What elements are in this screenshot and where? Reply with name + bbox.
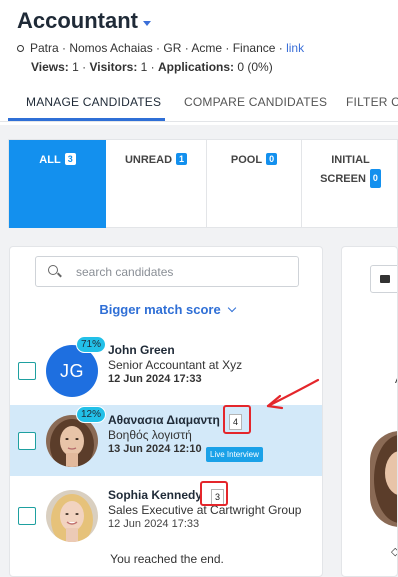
chat-icon: [380, 275, 390, 283]
filter-initial-screen-label-2: SCREEN: [320, 173, 366, 185]
job-meta-text: Patra · Nomos Achaias · GR · Acme · Fina…: [30, 41, 283, 55]
filter-initial-screen[interactable]: INITIAL SCREEN 0: [302, 140, 398, 228]
job-link[interactable]: link: [286, 41, 304, 55]
sort-label: Bigger match score: [99, 302, 221, 317]
candidate-name[interactable]: John Green: [108, 343, 175, 357]
chevron-down-icon: [227, 303, 236, 313]
filter-pool[interactable]: POOL 0: [207, 140, 302, 228]
candidate-name[interactable]: Αθανασια Διαμαντη: [108, 413, 220, 427]
candidate-row-sophia-kennedy[interactable]: Sophia Kennedy 3 Sales Executive at Cart…: [10, 480, 322, 551]
visitors-value: 1: [140, 60, 148, 74]
candidate-detail-panel: A ◇: [341, 246, 398, 577]
annotation-box-4: [223, 405, 251, 434]
search-box[interactable]: [35, 256, 299, 287]
filter-initial-screen-count: 0: [369, 169, 381, 188]
candidate-date: 12 Jun 2024 17:33: [108, 373, 202, 385]
sort-dropdown[interactable]: Bigger match score: [10, 302, 322, 317]
candidate-role: Senior Accountant at Xyz: [108, 358, 243, 372]
filter-pool-label: POOL: [230, 154, 263, 166]
views-label: Views:: [31, 60, 69, 74]
filter-cards: ALL 3 UNREAD 1 POOL 0 INITIAL SCREEN 0: [8, 139, 398, 228]
filter-all-label: ALL: [39, 154, 61, 166]
candidate-checkbox[interactable]: [18, 362, 36, 380]
job-title: Accountant: [17, 8, 138, 33]
search-icon: [48, 265, 58, 275]
end-of-list-text: You reached the end.: [110, 552, 224, 566]
match-score-badge: 12%: [76, 406, 107, 423]
avatar-photo-sophia: [46, 490, 98, 542]
avatar-initials: JG: [59, 360, 84, 381]
tab-compare-candidates[interactable]: COMPARE CANDIDATES: [184, 92, 327, 122]
candidate-name[interactable]: Sophia Kennedy: [108, 488, 202, 502]
applications-value: 0 (0%): [237, 60, 273, 74]
filter-all[interactable]: ALL 3: [9, 140, 106, 228]
job-stats: Views: 1 · Visitors: 1 · Applications: 0…: [31, 60, 273, 74]
avatar: [46, 490, 98, 542]
candidate-checkbox[interactable]: [18, 507, 36, 525]
candidate-date: 12 Jun 2024 17:33: [108, 518, 200, 530]
live-interview-tag: Live Interview: [206, 447, 263, 462]
tab-filter-candidates[interactable]: FILTER CA: [346, 92, 398, 122]
detail-photo-image: [370, 431, 397, 527]
detail-photo: [370, 431, 397, 527]
filter-unread-label: UNREAD: [124, 154, 173, 166]
job-meta: Patra · Nomos Achaias · GR · Acme · Fina…: [17, 41, 304, 55]
match-score-badge: 71%: [76, 336, 107, 353]
location-dot-icon: [17, 45, 24, 53]
candidate-role: Βοηθός λογιστή: [108, 428, 192, 442]
active-tab-indicator: [8, 118, 165, 121]
annotation-box-3: [200, 481, 228, 506]
views-value: 1: [72, 60, 79, 74]
filter-unread-count: 1: [176, 153, 188, 165]
chevron-down-icon[interactable]: [143, 20, 151, 26]
applications-label: Applications:: [158, 60, 235, 74]
search-input[interactable]: [76, 263, 286, 281]
annotation-arrow-icon: [266, 378, 320, 410]
message-button[interactable]: [370, 265, 397, 293]
filter-pool-count: 0: [266, 153, 278, 165]
header-divider: [0, 121, 398, 122]
job-header: Accountant Patra · Nomos Achaias · GR · …: [0, 0, 398, 125]
detail-mark-icon: ◇: [391, 545, 397, 558]
filter-unread[interactable]: UNREAD 1: [106, 140, 207, 228]
filter-all-count: 3: [64, 153, 76, 165]
visitors-label: Visitors:: [89, 60, 138, 74]
filter-initial-screen-label-1: INITIAL: [331, 154, 370, 166]
candidate-checkbox[interactable]: [18, 432, 36, 450]
job-title-row[interactable]: Accountant: [17, 8, 151, 34]
candidate-date: 13 Jun 2024 12:10: [108, 443, 202, 455]
